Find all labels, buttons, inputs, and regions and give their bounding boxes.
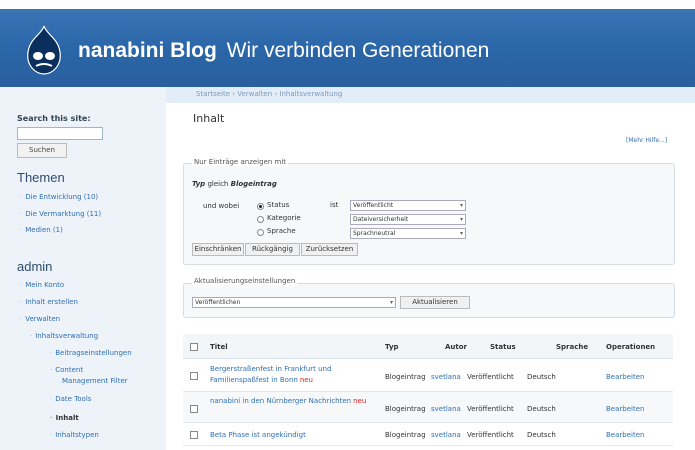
edit-link[interactable]: Bearbeiten (606, 373, 644, 381)
new-marker: neu (299, 376, 313, 384)
chevron-down-icon: ▾ (389, 299, 393, 306)
drupal-logo-icon[interactable] (22, 24, 66, 76)
radio-status[interactable] (257, 203, 264, 210)
row-status: Veröffentlicht (467, 431, 514, 439)
row-status: Veröffentlicht (467, 373, 514, 381)
row-checkbox[interactable] (190, 405, 198, 413)
header-status[interactable]: Status (490, 343, 516, 351)
row-language: Deutsch (527, 431, 556, 439)
sidebar-item-management-filter[interactable]: Management Filter (62, 377, 128, 385)
status-select[interactable]: Veröffentlicht ▾ (350, 200, 466, 211)
sidebar-item-inhaltstypen[interactable]: · Inhaltstypen (50, 431, 99, 439)
chevron-down-icon: ▾ (459, 230, 463, 237)
top-border (0, 0, 695, 9)
radio-status-label: Status (267, 201, 290, 209)
edit-link[interactable]: Bearbeiten (606, 431, 644, 439)
header-language[interactable]: Sprache (556, 343, 588, 351)
update-legend: Aktualisierungseinstellungen (192, 277, 298, 285)
search-label: Search this site: (17, 114, 91, 123)
sidebar-item-medien[interactable]: · Medien (1) (20, 226, 63, 234)
header-type[interactable]: Typ (385, 343, 399, 351)
site-title[interactable]: nanabini Blog Wir verbinden Generationen (78, 39, 489, 63)
radio-sprache[interactable] (257, 229, 264, 236)
site-slogan: Wir verbinden Generationen (226, 39, 490, 62)
row-title-link[interactable]: nanabini in den Nürnberger Nachrichten ne… (210, 396, 380, 407)
row-type: Blogeintrag (385, 405, 426, 413)
sidebar-item-inhalt-erstellen[interactable]: · Inhalt erstellen (20, 298, 78, 306)
sidebar-item-content[interactable]: · Content (50, 366, 83, 374)
row-title-link[interactable]: Bergerstraßenfest in Frankfurt und Famil… (210, 364, 380, 386)
and-where-label: und wobei (203, 202, 240, 210)
update-action-select[interactable]: Veröffentlichen ▾ (192, 297, 396, 308)
row-author-link[interactable]: svetlana (431, 373, 461, 381)
row-language: Deutsch (527, 405, 556, 413)
breadcrumb[interactable]: Startseite › Verwalten › Inhaltsverwaltu… (196, 90, 342, 98)
row-checkbox[interactable] (190, 372, 198, 380)
sidebar-item-beitragseinstellungen[interactable]: · Beitragseinstellungen (50, 349, 132, 357)
edit-link[interactable]: Bearbeiten (606, 405, 644, 413)
header-operations: Operationen (606, 343, 656, 351)
table-header-row (183, 334, 673, 359)
row-author-link[interactable]: svetlana (431, 405, 461, 413)
is-label: ist (330, 201, 339, 209)
sidebar-item-entwicklung[interactable]: · Die Entwicklung (10) (20, 193, 98, 201)
reset-button[interactable]: Zurücksetzen (301, 243, 358, 256)
admin-block-title: admin (17, 259, 53, 274)
row-title-link[interactable]: Beta Phase ist angekündigt (210, 431, 308, 439)
header-title[interactable]: Titel (210, 343, 228, 351)
header-author[interactable]: Autor (445, 343, 467, 351)
new-marker: neu (353, 397, 367, 405)
chevron-down-icon: ▾ (459, 216, 463, 223)
sidebar-item-vermarktung[interactable]: · Die Vermarktung (11) (20, 210, 101, 218)
sidebar-item-date-tools[interactable]: · Date Tools (50, 395, 91, 403)
undo-button[interactable]: Rückgängig (245, 243, 300, 256)
row-status: Veröffentlicht (467, 405, 514, 413)
radio-kategorie-label: Kategorie (267, 214, 301, 222)
update-button[interactable]: Aktualisieren (400, 296, 470, 309)
category-select[interactable]: Dateiversicherheit ▾ (350, 214, 466, 225)
sidebar-item-verwalten[interactable]: · Verwalten (20, 315, 60, 323)
row-language: Deutsch (527, 373, 556, 381)
row-type: Blogeintrag (385, 431, 426, 439)
filter-legend: Nur Einträge anzeigen mit (192, 158, 289, 166)
help-link[interactable]: [Mehr Hilfe...] (626, 137, 667, 144)
sidebar-item-mein-konto[interactable]: · Mein Konto (20, 281, 64, 289)
filter-type-line: Typ gleich Blogeintrag (192, 180, 277, 188)
page-title: Inhalt (193, 112, 225, 125)
restrict-button[interactable]: Einschränken (192, 243, 244, 256)
search-button[interactable]: Suchen (17, 143, 67, 158)
row-checkbox[interactable] (190, 431, 198, 439)
language-select[interactable]: Sprachneutral ▾ (350, 228, 466, 239)
radio-kategorie[interactable] (257, 216, 264, 223)
search-input[interactable] (17, 127, 103, 140)
site-name[interactable]: nanabini Blog (78, 39, 217, 62)
site-header: nanabini Blog Wir verbinden Generationen (0, 0, 695, 87)
sidebar-item-inhaltsverwaltung[interactable]: · Inhaltsverwaltung (30, 332, 98, 340)
chevron-down-icon: ▾ (459, 202, 463, 209)
radio-sprache-label: Sprache (267, 227, 296, 235)
select-all-checkbox[interactable] (190, 343, 198, 351)
row-author-link[interactable]: svetlana (431, 431, 461, 439)
themen-block-title: Themen (17, 170, 65, 185)
sidebar-item-inhalt-active[interactable]: · Inhalt (50, 414, 79, 422)
row-type: Blogeintrag (385, 373, 426, 381)
